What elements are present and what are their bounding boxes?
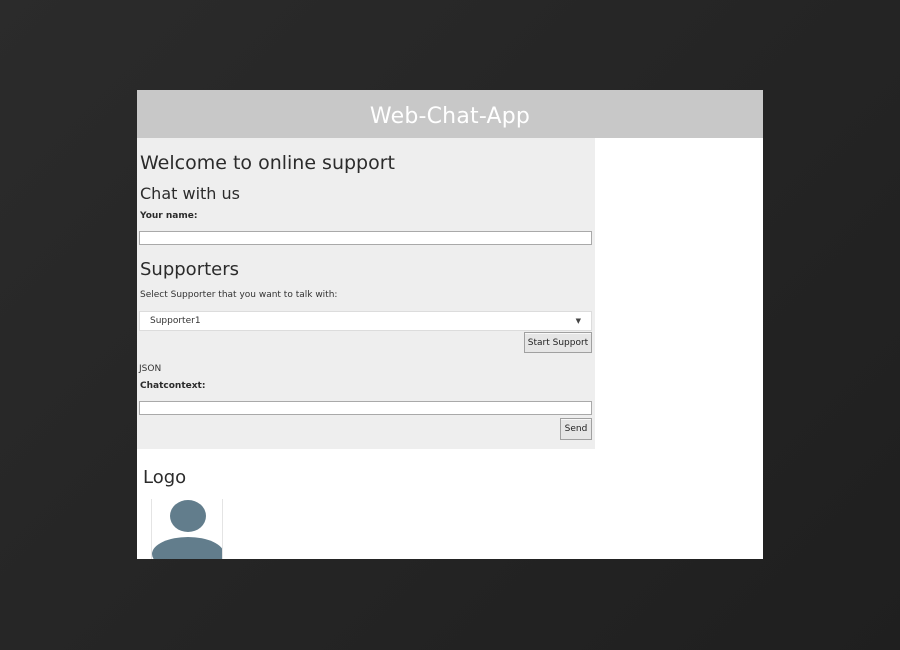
chat-subtitle: Chat with us (140, 184, 240, 203)
user-avatar-icon (151, 499, 223, 559)
supporters-title: Supporters (140, 259, 240, 280)
chatcontext-label: Chatcontext: (140, 381, 206, 391)
chevron-down-icon: ▼ (575, 317, 581, 325)
supporter-select-value: Supporter1 (150, 316, 201, 326)
chat-panel: Welcome to online support Chat with us Y… (137, 138, 595, 449)
send-button[interactable]: Send (560, 418, 592, 440)
select-supporter-prompt: Select Supporter that you want to talk w… (140, 290, 338, 300)
logo-title: Logo (143, 467, 187, 488)
name-label: Your name: (140, 211, 198, 221)
supporter-select[interactable]: Supporter1 ▼ (139, 311, 592, 331)
chatcontext-input[interactable] (139, 401, 592, 415)
app-header: Web-Chat-App (137, 90, 763, 138)
welcome-title: Welcome to online support (140, 152, 396, 174)
app-window: Web-Chat-App Welcome to online support C… (137, 90, 763, 559)
app-title: Web-Chat-App (369, 103, 531, 129)
name-input[interactable] (139, 231, 592, 245)
start-support-button[interactable]: Start Support (524, 332, 592, 353)
json-label: JSON (139, 364, 162, 374)
